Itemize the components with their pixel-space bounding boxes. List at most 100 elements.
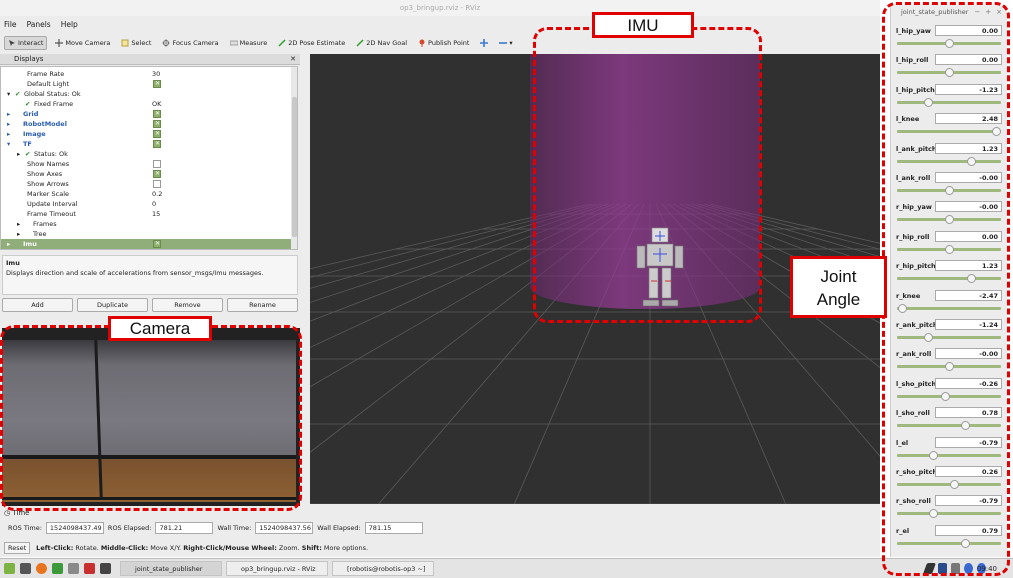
display-row[interactable]: ▸ Image <box>1 129 291 139</box>
menu-file[interactable]: File <box>4 19 17 31</box>
close-icon[interactable]: ✕ <box>290 54 296 65</box>
collapse-arrow-icon[interactable]: ▸ <box>17 219 20 229</box>
display-row[interactable]: Frame Timeout 15 <box>1 209 291 219</box>
display-row[interactable]: ▸ RobotModel <box>1 119 291 129</box>
wall-elapsed-field[interactable]: 781.15 <box>364 522 423 534</box>
taskbar-task[interactable]: op3_bringup.rviz - RViz <box>226 561 328 576</box>
display-row[interactable]: ✔ Fixed Frame OK <box>1 99 291 109</box>
taskbar-task[interactable]: [robotis@robotis-op3 ~] <box>332 561 434 576</box>
displays-scrollbar[interactable] <box>291 67 297 249</box>
display-row-value[interactable]: 0 <box>152 199 156 209</box>
app-icon[interactable] <box>84 563 95 574</box>
collapse-arrow-icon[interactable]: ▸ <box>7 119 10 129</box>
display-row[interactable]: Show Arrows <box>1 179 291 189</box>
display-checkbox[interactable] <box>153 239 161 249</box>
display-row[interactable]: Update Interval 0 <box>1 199 291 209</box>
menu-panels[interactable]: Panels <box>27 19 51 31</box>
menu-bar: File Panels Help <box>4 19 78 31</box>
display-row-label: Tree <box>33 230 47 238</box>
rename-button[interactable]: Rename <box>227 298 298 312</box>
display-row[interactable]: Marker Scale 0.2 <box>1 189 291 199</box>
remove-button[interactable]: Remove <box>152 298 223 312</box>
app-icon[interactable] <box>52 563 63 574</box>
display-row[interactable]: ▸ Tree <box>1 229 291 239</box>
display-row[interactable]: ▸ ✔ Status: Ok <box>1 149 291 159</box>
ros-time-label: ROS Time: <box>8 524 42 532</box>
menu-launcher-icon[interactable] <box>4 563 15 574</box>
reset-button[interactable]: Reset <box>4 541 31 554</box>
display-row[interactable]: Show Names <box>1 159 291 169</box>
add-button[interactable]: Add <box>2 298 73 312</box>
collapse-arrow-icon[interactable]: ▸ <box>17 149 20 159</box>
display-checkbox[interactable] <box>153 169 161 179</box>
display-checkbox[interactable] <box>153 129 161 139</box>
display-row[interactable]: ▸ Grid <box>1 109 291 119</box>
duplicate-button[interactable]: Duplicate <box>77 298 148 312</box>
check-mark-icon: ✔ <box>25 100 31 108</box>
tool-focus-camera[interactable]: Focus Camera <box>159 36 221 50</box>
display-checkbox[interactable] <box>153 109 161 119</box>
display-row[interactable]: ▸ Imu <box>1 239 291 249</box>
tool-select[interactable]: Select <box>118 36 154 50</box>
tool-move-camera[interactable]: Move Camera <box>52 36 113 50</box>
tool-2d-pose-estimate[interactable]: 2D Pose Estimate <box>275 36 348 50</box>
display-row[interactable]: Frame Rate 30 <box>1 69 291 79</box>
menu-help[interactable]: Help <box>61 19 78 31</box>
ros-time-field[interactable]: 1524098437.49 <box>45 522 104 534</box>
collapse-arrow-icon[interactable]: ▸ <box>7 129 10 139</box>
add-tool-button[interactable] <box>477 36 491 50</box>
camera-callout: Camera <box>108 316 212 341</box>
displays-tree: Frame Rate30Default Light▾✔Global Status… <box>0 66 298 250</box>
wall-time-label: Wall Time: <box>217 524 252 532</box>
hint-key: Middle-Click: <box>100 543 149 552</box>
display-row-label: Default Light <box>27 80 70 88</box>
display-row[interactable]: ▾ TF <box>1 139 291 149</box>
description-text: Displays direction and scale of accelera… <box>6 269 264 277</box>
expand-arrow-icon[interactable]: ▾ <box>7 139 10 149</box>
display-row-value[interactable]: 15 <box>152 209 160 219</box>
display-row[interactable]: ▸ Frames <box>1 219 291 229</box>
tool-measure[interactable]: Measure <box>227 36 271 50</box>
display-row[interactable]: Show Axes <box>1 169 291 179</box>
remove-tool-button[interactable]: ▾ <box>496 36 515 50</box>
tool-label: Measure <box>239 39 268 47</box>
pose-estimate-icon <box>278 39 286 47</box>
collapse-arrow-icon[interactable]: ▸ <box>7 109 10 119</box>
display-row-label: Fixed Frame <box>34 100 74 108</box>
tool-label: Publish Point <box>428 39 470 47</box>
display-checkbox[interactable] <box>153 119 161 129</box>
display-checkbox[interactable] <box>153 79 161 89</box>
displays-title: Displays <box>14 55 44 63</box>
focus-camera-icon <box>162 39 171 47</box>
imu-annotation-box <box>533 27 762 323</box>
display-row-value[interactable]: 0.2 <box>152 189 162 199</box>
ros-elapsed-field[interactable]: 781.21 <box>155 522 214 534</box>
display-row-value[interactable]: 30 <box>152 69 160 79</box>
display-description: Imu Displays direction and scale of acce… <box>2 255 298 295</box>
taskbar-task[interactable]: joint_state_publisher <box>120 561 222 576</box>
display-checkbox[interactable] <box>153 180 161 188</box>
collapse-arrow-icon[interactable]: ▸ <box>17 229 20 239</box>
displays-panel-header: Displays ✕ <box>0 54 300 65</box>
toolbar: Interact Move Camera Select Focus Camera… <box>4 35 516 51</box>
tool-interact[interactable]: Interact <box>4 36 48 50</box>
expand-arrow-icon[interactable]: ▾ <box>7 89 10 99</box>
terminal-icon[interactable] <box>20 563 31 574</box>
display-row-value[interactable]: OK <box>152 99 161 109</box>
display-row[interactable]: Default Light <box>1 79 291 89</box>
joint-angle-annotation-box <box>882 2 1010 576</box>
camera-annotation-box <box>0 325 302 511</box>
tool-2d-nav-goal[interactable]: 2D Nav Goal <box>353 36 410 50</box>
app-icon[interactable] <box>68 563 79 574</box>
tool-publish-point[interactable]: Publish Point <box>415 36 472 50</box>
display-checkbox[interactable] <box>153 160 161 168</box>
hint-key: Shift: <box>301 543 322 552</box>
collapse-arrow-icon[interactable]: ▸ <box>7 239 10 249</box>
firefox-icon[interactable] <box>36 563 47 574</box>
display-row-label: RobotModel <box>23 120 67 128</box>
app-icon[interactable] <box>100 563 111 574</box>
wall-time-field[interactable]: 1524098437.56 <box>255 522 314 534</box>
display-row[interactable]: ▾ ✔ Global Status: Ok <box>1 89 291 99</box>
display-checkbox[interactable] <box>153 139 161 149</box>
tool-label: Interact <box>18 39 44 47</box>
